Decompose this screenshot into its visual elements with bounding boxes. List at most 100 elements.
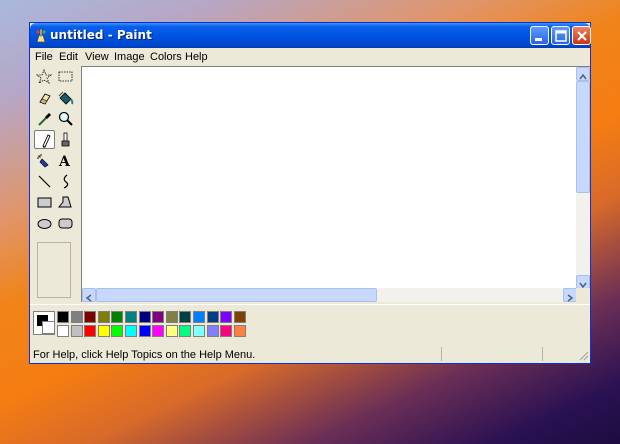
menu-view[interactable]: View xyxy=(85,51,109,63)
horizontal-scroll-thumb[interactable] xyxy=(96,288,377,302)
tool-line[interactable] xyxy=(34,172,55,191)
color-swatch[interactable] xyxy=(125,325,137,337)
resize-grip-icon[interactable] xyxy=(577,349,589,361)
tool-brush[interactable] xyxy=(55,130,76,149)
color-swatch[interactable] xyxy=(233,325,246,337)
paint-window: untitled - Paint File Edit View Image Co… xyxy=(29,22,591,364)
color-swatch[interactable] xyxy=(220,311,233,323)
tool-ellipse[interactable] xyxy=(34,214,55,233)
rect-select-icon xyxy=(58,71,73,82)
vertical-scrollbar[interactable] xyxy=(576,67,590,289)
rectangle-icon xyxy=(37,197,52,208)
brush-icon xyxy=(61,132,70,147)
status-divider xyxy=(542,347,543,361)
color-swatch[interactable] xyxy=(97,325,110,337)
close-button[interactable] xyxy=(572,26,591,45)
paint-app-icon xyxy=(36,28,46,43)
color-swatch[interactable] xyxy=(97,311,110,323)
chevron-right-icon xyxy=(567,294,574,302)
color-swatch[interactable] xyxy=(193,311,205,323)
eyedropper-icon xyxy=(38,113,51,126)
scroll-up-button[interactable] xyxy=(576,67,590,81)
color-swatch[interactable] xyxy=(57,311,69,323)
tool-rounded-rectangle[interactable] xyxy=(55,214,76,233)
status-divider xyxy=(441,347,442,361)
color-swatch[interactable] xyxy=(179,325,192,337)
color-swatch[interactable] xyxy=(70,311,83,323)
eraser-icon xyxy=(39,93,51,105)
tool-eraser[interactable] xyxy=(34,88,55,107)
tool-curve[interactable] xyxy=(55,172,76,191)
tool-fill-with-color[interactable] xyxy=(55,88,76,107)
color-swatch[interactable] xyxy=(84,325,97,337)
tool-rectangle[interactable] xyxy=(34,193,55,212)
tool-options-box[interactable] xyxy=(37,242,71,298)
color-swatch[interactable] xyxy=(152,325,165,337)
color-swatch[interactable] xyxy=(125,311,137,323)
canvas-area xyxy=(81,66,590,302)
menu-bar: File Edit View Image Colors Help xyxy=(30,48,590,66)
color-swatch[interactable] xyxy=(179,311,192,323)
color-swatch[interactable] xyxy=(206,311,219,323)
scroll-corner xyxy=(576,288,590,302)
maximize-button[interactable] xyxy=(551,26,570,45)
color-swatch[interactable] xyxy=(111,325,124,337)
tool-polygon[interactable] xyxy=(55,193,76,212)
paint-bucket-icon xyxy=(58,91,74,105)
polygon-icon xyxy=(57,196,72,208)
title-bar[interactable]: untitled - Paint xyxy=(30,23,591,48)
tool-pencil[interactable] xyxy=(34,130,55,149)
magnifier-icon xyxy=(58,111,73,126)
vertical-scroll-thumb[interactable] xyxy=(576,81,590,193)
menu-colors[interactable]: Colors xyxy=(150,51,182,63)
color-swatch[interactable] xyxy=(70,325,83,337)
drawing-canvas[interactable] xyxy=(82,67,577,289)
color-swatch[interactable] xyxy=(165,311,178,323)
close-icon xyxy=(577,31,587,41)
background-color xyxy=(42,321,55,334)
tool-magnifier[interactable] xyxy=(55,109,76,128)
pencil-icon xyxy=(42,134,51,148)
status-help-text: For Help, click Help Topics on the Help … xyxy=(33,349,256,361)
line-icon xyxy=(38,175,51,188)
color-swatch[interactable] xyxy=(233,311,246,323)
chevron-left-icon xyxy=(85,294,92,302)
star-select-icon xyxy=(35,68,53,84)
color-swatch[interactable] xyxy=(84,311,97,323)
scroll-left-button[interactable] xyxy=(82,288,96,302)
color-swatch[interactable] xyxy=(138,311,151,323)
menu-file[interactable]: File xyxy=(35,51,53,63)
rounded-rect-icon xyxy=(58,218,73,229)
window-title: untitled - Paint xyxy=(50,28,152,42)
color-swatch[interactable] xyxy=(111,311,124,323)
text-tool-glyph: A xyxy=(58,154,71,170)
scroll-right-button[interactable] xyxy=(563,288,577,302)
tool-free-form-select[interactable] xyxy=(34,67,55,86)
scroll-down-button[interactable] xyxy=(576,275,590,289)
minimize-button[interactable] xyxy=(530,26,549,45)
status-bar: For Help, click Help Topics on the Help … xyxy=(30,346,590,363)
color-swatch[interactable] xyxy=(193,325,205,337)
menu-image[interactable]: Image xyxy=(114,51,145,63)
color-swatch[interactable] xyxy=(165,325,178,337)
toolbox: A xyxy=(31,66,79,302)
tool-select[interactable] xyxy=(55,67,76,86)
menu-help[interactable]: Help xyxy=(185,51,208,63)
color-swatch[interactable] xyxy=(152,311,165,323)
ellipse-icon xyxy=(37,219,52,229)
current-colors[interactable] xyxy=(33,311,55,335)
color-box xyxy=(30,304,590,343)
text-icon: A xyxy=(58,154,71,170)
airbrush-icon xyxy=(37,154,49,168)
curve-icon xyxy=(63,174,69,189)
color-swatch[interactable] xyxy=(206,325,219,337)
minimize-icon xyxy=(535,38,542,41)
tool-pick-color[interactable] xyxy=(34,109,55,128)
menu-edit[interactable]: Edit xyxy=(59,51,78,63)
tool-text[interactable]: A xyxy=(55,151,76,170)
color-swatch[interactable] xyxy=(57,325,69,337)
color-swatch[interactable] xyxy=(138,325,151,337)
horizontal-scrollbar[interactable] xyxy=(82,288,577,302)
color-swatch[interactable] xyxy=(220,325,233,337)
tool-airbrush[interactable] xyxy=(34,151,55,170)
